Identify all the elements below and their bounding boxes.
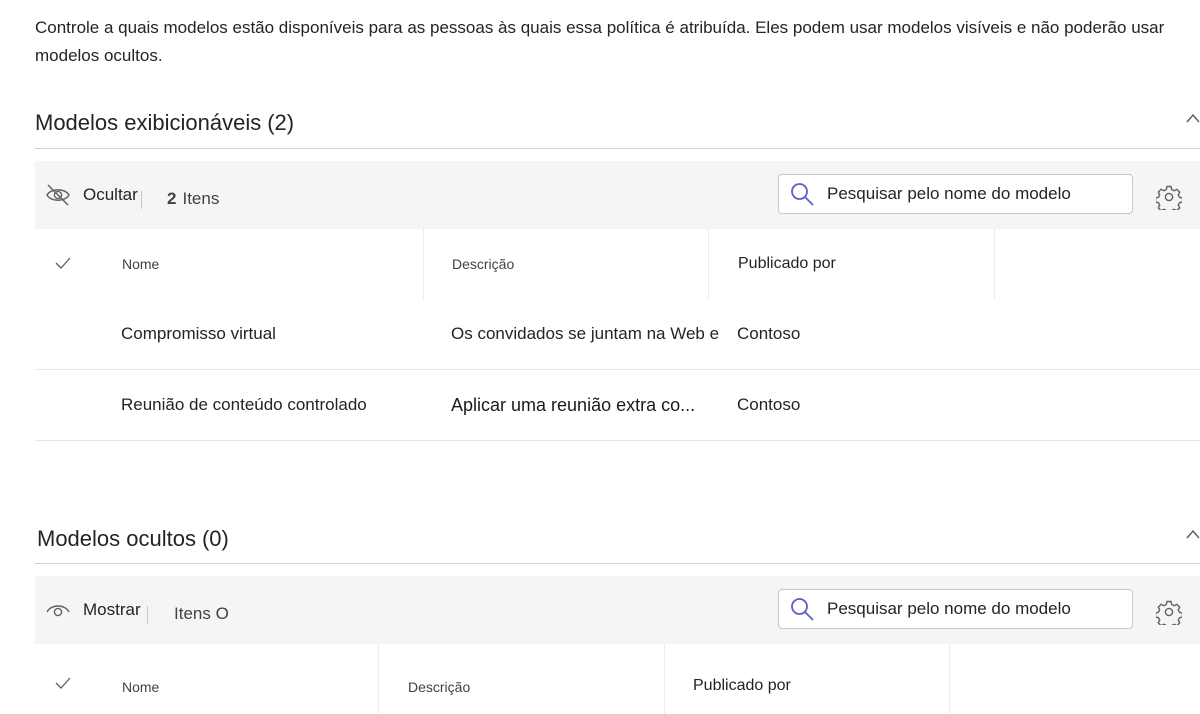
hide-button[interactable]: Ocultar [45,161,138,229]
table-header: Nome Descrição Publicado por [35,229,1200,299]
column-divider[interactable] [949,644,950,714]
template-publisher: Contoso [737,324,801,343]
table-header: Nome Descrição Publicado por [35,644,1200,714]
template-description: Os convidados se juntam na Web e . [451,324,721,343]
select-all-checkmark-icon[interactable] [55,677,71,689]
gear-icon[interactable] [1156,184,1182,210]
eye-off-icon [46,184,70,206]
policy-description: Controle a quais modelos estão disponíve… [35,18,1165,65]
column-divider[interactable] [423,229,424,299]
section-divider [35,563,1200,564]
toolbar-separator [141,191,142,209]
item-count: 2 Itens [167,189,219,209]
template-name: Compromisso virtual [121,324,276,343]
template-search-box[interactable] [778,174,1133,214]
visible-section-heading: Modelos exibicionáveis (2) [35,110,294,136]
search-icon [791,183,814,206]
column-divider[interactable] [708,229,709,299]
item-count-label: Itens [182,189,220,208]
template-name: Reunião de conteúdo controlado [121,395,367,414]
column-header-published-by[interactable]: Publicado por [738,229,836,299]
table-row[interactable]: Reunião de conteúdo controlado Aplicar u… [35,370,1200,441]
toolbar-separator [147,606,148,624]
column-header-description[interactable]: Descrição [452,229,514,299]
column-divider[interactable] [664,644,665,714]
visible-section-title: Modelos exibicionáveis [35,110,262,135]
show-button[interactable]: Mostrar [45,576,141,644]
table-row[interactable]: Compromisso virtual Os convidados se jun… [35,299,1200,370]
show-button-label: Mostrar [83,600,141,619]
column-header-name[interactable]: Nome [122,229,159,299]
search-icon [791,598,814,621]
item-count: Itens O [174,604,229,624]
hidden-section-count: (0) [201,526,229,551]
hidden-section-heading: Modelos ocultos (0) [37,526,229,552]
chevron-up-icon[interactable] [1186,528,1200,540]
hidden-toolbar: Mostrar Itens O [35,576,1200,644]
template-description: Aplicar uma reunião extra co... [451,394,696,415]
visible-templates-table: Nome Descrição Publicado por Compromisso… [35,229,1200,441]
column-header-published-by[interactable]: Publicado por [693,651,791,714]
item-count-label: Itens O [174,604,229,623]
column-divider[interactable] [994,229,995,299]
column-divider[interactable] [378,644,379,714]
select-all-checkmark-icon[interactable] [55,257,71,269]
template-publisher: Contoso [737,395,801,414]
item-count-number: 2 [167,189,177,208]
search-input[interactable] [827,184,1117,204]
hidden-section-title: Modelos ocultos [37,526,196,551]
template-policy-page: Controle a quais modelos estão disponíve… [0,0,1200,714]
visible-section-count: (2) [267,110,295,135]
column-header-description[interactable]: Descrição [408,652,470,714]
hidden-templates-table: Nome Descrição Publicado por [35,644,1200,714]
chevron-up-icon[interactable] [1186,112,1200,124]
search-input[interactable] [827,599,1117,619]
visible-toolbar: Ocultar 2 Itens [35,161,1200,229]
gear-icon[interactable] [1156,599,1182,625]
eye-icon [46,605,70,617]
section-divider [35,148,1200,149]
column-header-name[interactable]: Nome [122,652,159,714]
hide-button-label: Ocultar [83,185,138,204]
template-search-box[interactable] [778,589,1133,629]
